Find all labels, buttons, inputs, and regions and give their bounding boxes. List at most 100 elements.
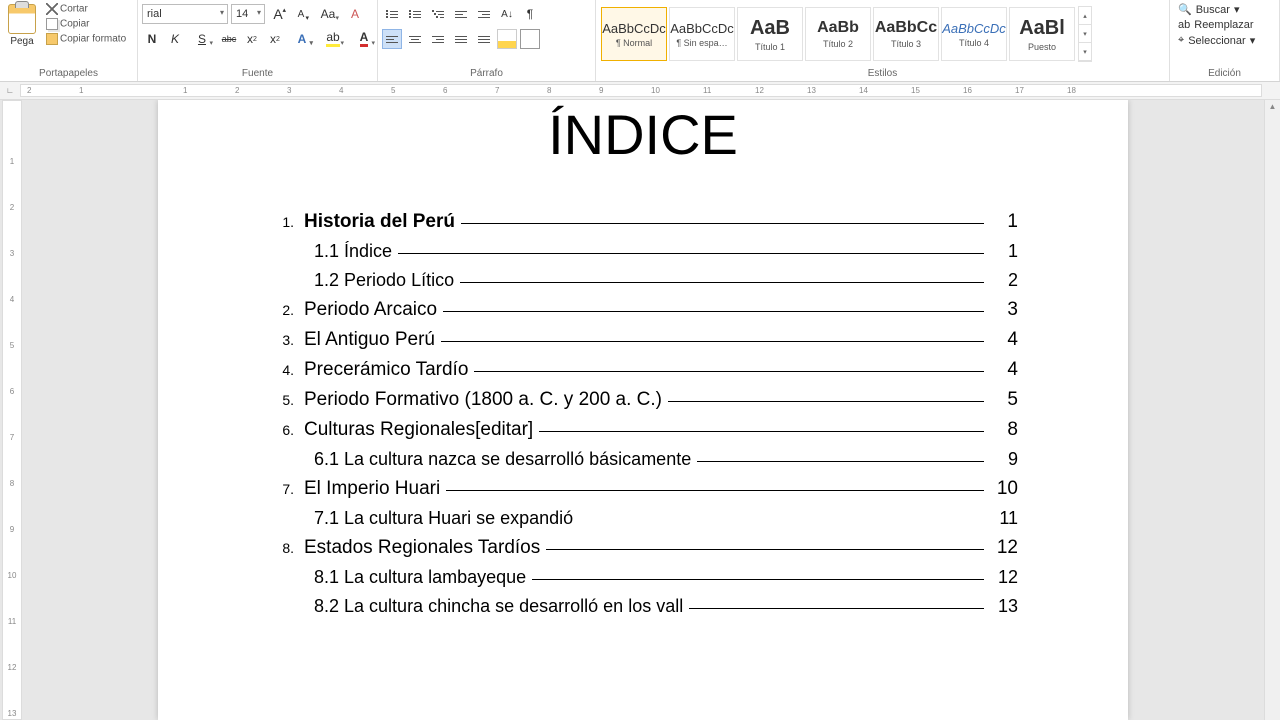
copy-button[interactable]: Copiar	[44, 17, 128, 31]
toc-page: 1	[990, 211, 1018, 233]
cursor-icon: ⌖	[1178, 34, 1184, 47]
document-title: ÍNDICE	[268, 102, 1018, 167]
toc-entry: 2.Periodo Arcaico3	[268, 299, 1018, 321]
tab-selector[interactable]: ∟	[0, 82, 20, 99]
find-button[interactable]: 🔍Buscar ▾	[1174, 2, 1259, 17]
group-label-styles: Estilos	[600, 66, 1165, 81]
toc-page: 9	[990, 449, 1018, 470]
replace-icon: ab	[1178, 19, 1190, 31]
line-spacing-button[interactable]	[474, 29, 494, 49]
toc-label: Precerámico Tardío	[304, 359, 468, 381]
toc-subentry: 7.1 La cultura Huari se expandió 11	[314, 508, 1018, 529]
toc-entry: 4.Precerámico Tardío4	[268, 359, 1018, 381]
toc-label: Culturas Regionales[editar]	[304, 419, 533, 441]
toc-entry: 8.Estados Regionales Tardíos12	[268, 537, 1018, 559]
font-color-button[interactable]: A	[350, 29, 378, 49]
group-paragraph: A↓ ¶ Párrafo	[378, 0, 596, 81]
group-label-editing: Edición	[1174, 66, 1275, 81]
group-label-font: Fuente	[142, 66, 373, 81]
document-page[interactable]: ÍNDICE 1.Historia del Perú11.1 Índice11.…	[158, 100, 1128, 720]
style-t-tulo-1[interactable]: AaBTítulo 1	[737, 7, 803, 61]
select-button[interactable]: ⌖Seleccionar ▾	[1174, 33, 1259, 48]
cut-button[interactable]: Cortar	[44, 2, 128, 16]
toc-leader	[532, 579, 984, 580]
change-case-button[interactable]: Aa	[314, 4, 342, 24]
style-t-tulo-2[interactable]: AaBbTítulo 2	[805, 7, 871, 61]
align-right-button[interactable]	[428, 29, 448, 49]
toc-sublabel: 6.1 La cultura nazca se desarrolló básic…	[314, 449, 691, 470]
scissors-icon	[46, 3, 58, 15]
toc-number: 5.	[268, 392, 294, 408]
group-label-paragraph: Párrafo	[382, 66, 591, 81]
toc-number: 4.	[268, 362, 294, 378]
decrease-indent-button[interactable]	[451, 4, 471, 24]
style-puesto[interactable]: AaBlPuesto	[1009, 7, 1075, 61]
sort-button[interactable]: A↓	[497, 4, 517, 24]
toc-number: 8.	[268, 540, 294, 556]
styles-more-button[interactable]: ▴▾▾	[1078, 6, 1092, 62]
multilevel-button[interactable]	[428, 4, 448, 24]
toc-subentry: 8.1 La cultura lambayeque12	[314, 567, 1018, 588]
replace-button[interactable]: abReemplazar	[1174, 18, 1259, 32]
paste-button[interactable]: Pega	[4, 2, 40, 47]
group-styles: AaBbCcDc¶ NormalAaBbCcDc¶ Sin espa…AaBTí…	[596, 0, 1170, 81]
toc-label: Historia del Perú	[304, 211, 455, 233]
toc-label: Periodo Arcaico	[304, 299, 437, 321]
shrink-font-button[interactable]: A▾	[291, 4, 311, 24]
bold-button[interactable]: N	[142, 29, 162, 49]
toc-number: 7.	[268, 481, 294, 497]
toc-label: Periodo Formativo (1800 a. C. y 200 a. C…	[304, 389, 662, 411]
scroll-up-icon[interactable]: ▲	[1267, 100, 1279, 113]
align-center-button[interactable]	[405, 29, 425, 49]
align-left-button[interactable]	[382, 29, 402, 49]
format-painter-button[interactable]: Copiar formato	[44, 32, 128, 46]
shading-button[interactable]	[497, 29, 517, 49]
style--normal[interactable]: AaBbCcDc¶ Normal	[601, 7, 667, 61]
vertical-scrollbar[interactable]: ▲	[1264, 100, 1280, 720]
toc-leader	[697, 461, 984, 462]
toc-number: 3.	[268, 332, 294, 348]
toc-sublabel: 1.2 Periodo Lítico	[314, 270, 454, 291]
group-editing: 🔍Buscar ▾ abReemplazar ⌖Seleccionar ▾ Ed…	[1170, 0, 1280, 81]
toc-leader	[474, 371, 984, 372]
toc-leader	[460, 282, 984, 283]
toc-page: 10	[990, 478, 1018, 500]
align-justify-button[interactable]	[451, 29, 471, 49]
toc-leader	[446, 490, 984, 491]
underline-button[interactable]: S	[188, 29, 216, 49]
font-size-combo[interactable]: 14	[231, 4, 265, 24]
text-effects-button[interactable]: A	[288, 29, 316, 49]
clear-format-button[interactable]: A	[345, 4, 365, 24]
toc-leader	[668, 401, 984, 402]
italic-button[interactable]: K	[165, 29, 185, 49]
toc-leader	[539, 431, 984, 432]
subscript-button[interactable]: x2	[242, 29, 262, 49]
toc-leader	[546, 549, 984, 550]
toc-page: 11	[990, 508, 1018, 529]
document-area: 12345678910111213 ÍNDICE 1.Historia del …	[0, 100, 1280, 720]
style-t-tulo-4[interactable]: AaBbCcDcTítulo 4	[941, 7, 1007, 61]
toc-entry: 5. Periodo Formativo (1800 a. C. y 200 a.…	[268, 389, 1018, 411]
highlight-button[interactable]: ab	[319, 29, 347, 49]
toc-number: 6.	[268, 422, 294, 438]
bullets-button[interactable]	[382, 4, 402, 24]
vertical-ruler[interactable]: 12345678910111213	[2, 100, 22, 720]
toc-page: 13	[990, 596, 1018, 617]
copy-icon	[46, 18, 58, 30]
toc-page: 12	[990, 567, 1018, 588]
grow-font-button[interactable]: A▴	[268, 4, 288, 24]
font-name-combo[interactable]: rial	[142, 4, 228, 24]
toc-entry: 6. Culturas Regionales[editar] 8	[268, 419, 1018, 441]
numbering-button[interactable]	[405, 4, 425, 24]
strike-button[interactable]: abc	[219, 29, 239, 49]
increase-indent-button[interactable]	[474, 4, 494, 24]
style--sin-espa-[interactable]: AaBbCcDc¶ Sin espa…	[669, 7, 735, 61]
superscript-button[interactable]: x2	[265, 29, 285, 49]
borders-button[interactable]	[520, 29, 540, 49]
toc-sublabel: 7.1 La cultura Huari se expandió	[314, 508, 573, 529]
toc-page: 8	[990, 419, 1018, 441]
style-t-tulo-3[interactable]: AaBbCcTítulo 3	[873, 7, 939, 61]
horizontal-ruler[interactable]: 321123456789101112131415161718	[20, 84, 1262, 97]
show-marks-button[interactable]: ¶	[520, 4, 540, 24]
toc-sublabel: 1.1 Índice	[314, 241, 392, 262]
